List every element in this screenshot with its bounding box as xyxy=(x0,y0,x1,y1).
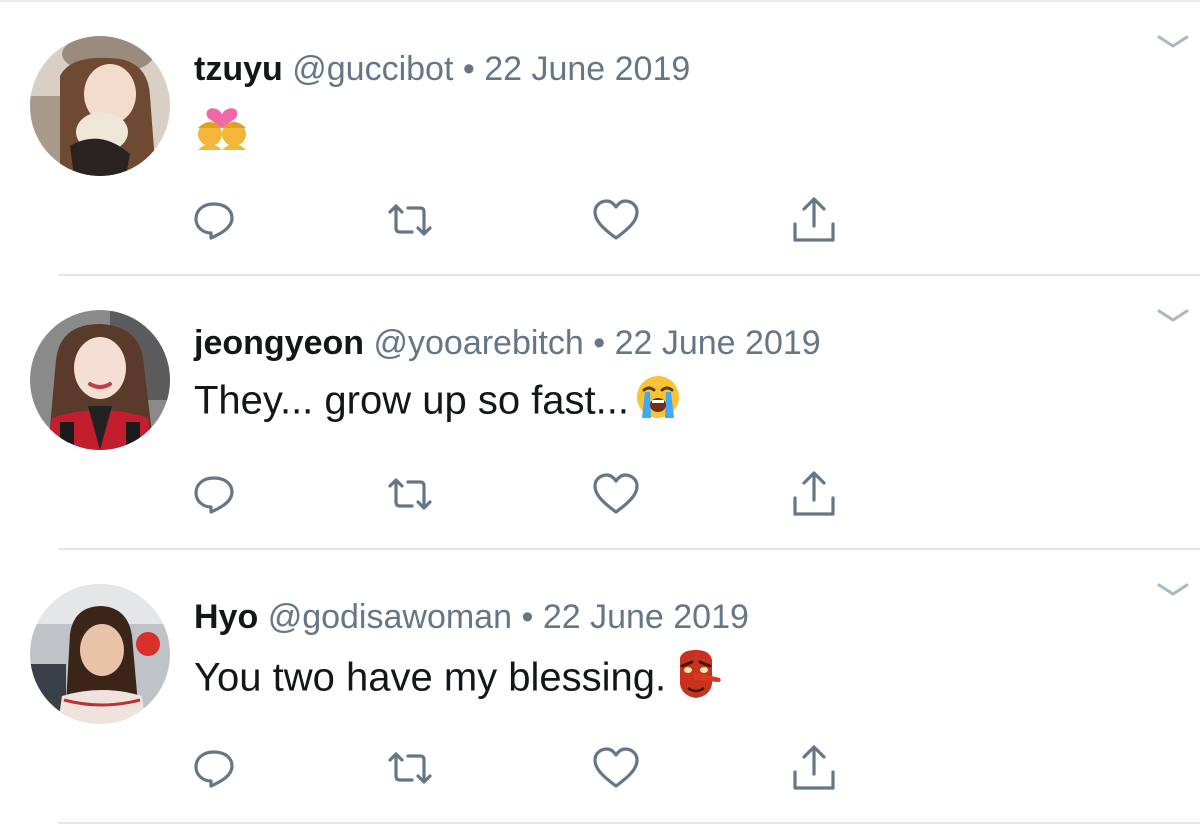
reply-icon[interactable] xyxy=(186,192,242,248)
loudly-crying-face-emoji xyxy=(635,374,681,432)
tweet[interactable]: jeongyeon @yooarebitch • 22 June 2019 Th… xyxy=(0,276,1200,550)
user-handle[interactable]: @guccibot xyxy=(292,50,453,88)
chevron-down-icon[interactable] xyxy=(1156,32,1190,52)
heart-icon[interactable] xyxy=(588,740,644,796)
tweet[interactable]: tzuyu @guccibot • 22 June 2019 xyxy=(0,2,1200,276)
tweet-timeline: tzuyu @guccibot • 22 June 2019 jeongyeon… xyxy=(0,0,1200,832)
separator: • xyxy=(521,598,534,636)
tweet-text: You two have my blessing. xyxy=(194,648,722,712)
avatar[interactable] xyxy=(30,36,170,176)
tweet-divider xyxy=(58,822,1200,824)
retweet-icon[interactable] xyxy=(382,466,438,522)
user-handle[interactable]: @godisawoman xyxy=(268,598,512,636)
retweet-icon[interactable] xyxy=(382,192,438,248)
tweet-header: tzuyu @guccibot • 22 June 2019 xyxy=(194,48,690,90)
tweet-header: Hyo @godisawoman • 22 June 2019 xyxy=(194,596,749,638)
heart-icon[interactable] xyxy=(588,466,644,522)
timestamp[interactable]: 22 June 2019 xyxy=(543,598,749,636)
avatar[interactable] xyxy=(30,310,170,450)
tweet-text xyxy=(194,100,250,162)
reply-icon[interactable] xyxy=(186,466,242,522)
share-icon[interactable] xyxy=(786,740,842,796)
timestamp[interactable]: 22 June 2019 xyxy=(615,324,821,362)
separator: • xyxy=(462,50,475,88)
display-name[interactable]: Hyo xyxy=(194,598,258,636)
chevron-down-icon[interactable] xyxy=(1156,306,1190,326)
tengu-mask-emoji xyxy=(672,648,722,712)
display-name[interactable]: tzuyu xyxy=(194,50,283,88)
tweet-text-content: They... grow up so fast... xyxy=(194,378,629,423)
tweet-text-content: You two have my blessing. xyxy=(194,655,667,700)
user-handle[interactable]: @yooarebitch xyxy=(373,324,583,362)
tweet-text: They... grow up so fast... xyxy=(194,374,681,432)
chevron-down-icon[interactable] xyxy=(1156,580,1190,600)
tweet-header: jeongyeon @yooarebitch • 22 June 2019 xyxy=(194,322,821,364)
share-icon[interactable] xyxy=(786,466,842,522)
separator: • xyxy=(593,324,606,362)
retweet-icon[interactable] xyxy=(382,740,438,796)
display-name[interactable]: jeongyeon xyxy=(194,324,364,362)
kiss-heart-emoji xyxy=(194,100,250,162)
share-icon[interactable] xyxy=(786,192,842,248)
heart-icon[interactable] xyxy=(588,192,644,248)
timestamp[interactable]: 22 June 2019 xyxy=(484,50,690,88)
avatar[interactable] xyxy=(30,584,170,724)
reply-icon[interactable] xyxy=(186,740,242,796)
action-bar xyxy=(186,466,866,522)
action-bar xyxy=(186,192,866,248)
action-bar xyxy=(186,740,866,796)
tweet[interactable]: Hyo @godisawoman • 22 June 2019 You two … xyxy=(0,550,1200,824)
